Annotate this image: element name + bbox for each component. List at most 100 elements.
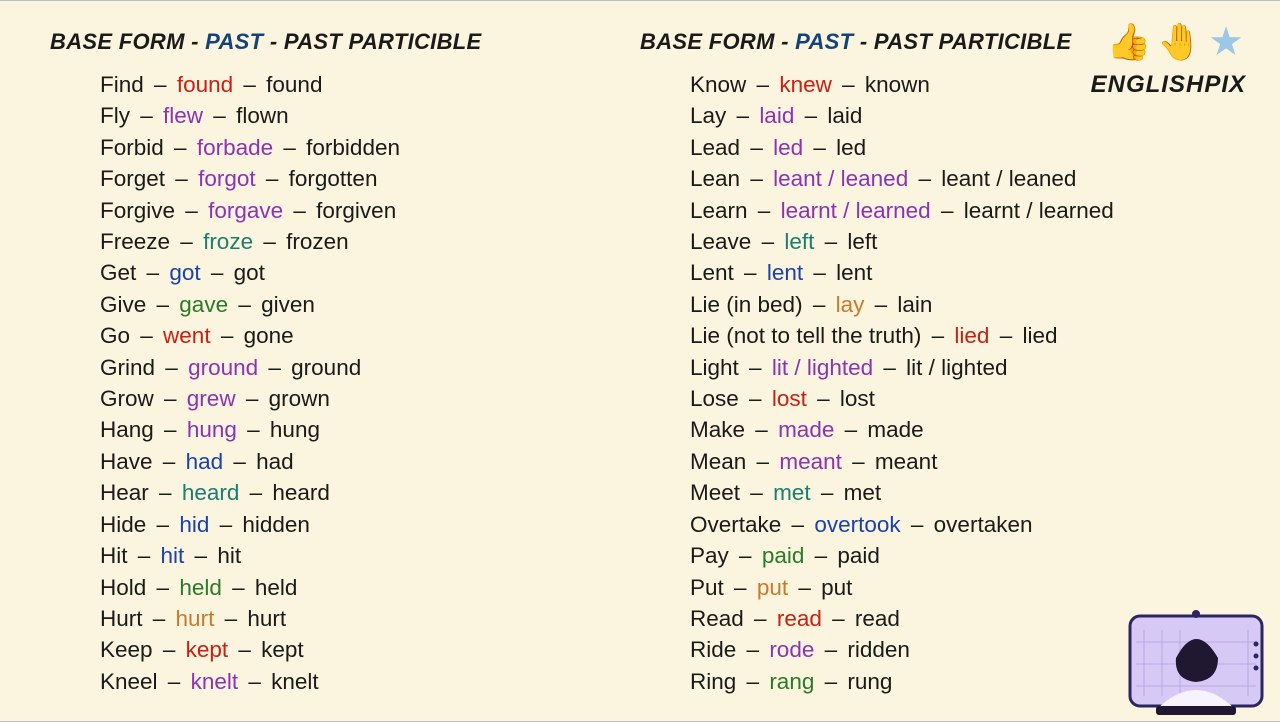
verb-base: Go <box>100 323 130 348</box>
verb-base: Read <box>690 606 744 631</box>
verb-row: Grind – ground – ground <box>100 352 640 383</box>
verb-row: Meet – met – met <box>690 477 1230 508</box>
verb-past: forgave <box>208 198 283 223</box>
verb-past: lent <box>767 260 803 285</box>
verb-past-participle: hidden <box>242 512 310 537</box>
verb-past-participle: frozen <box>286 229 349 254</box>
verb-base: Lead <box>690 135 740 160</box>
verb-row: Put – put – put <box>690 572 1230 603</box>
verb-past: lied <box>954 323 989 348</box>
star-icon: ★ <box>1208 19 1246 65</box>
verb-base: Find <box>100 72 144 97</box>
verb-past: forbade <box>197 135 273 160</box>
column-right: BASE FORM - PAST - PAST PARTICIBLE Know … <box>640 29 1230 697</box>
verb-row: Kneel – knelt – knelt <box>100 666 640 697</box>
verb-past-participle: left <box>847 229 877 254</box>
verb-row: Lose – lost – lost <box>690 383 1230 414</box>
verb-past-participle: found <box>266 72 322 97</box>
verb-row: Go – went – gone <box>100 320 640 351</box>
verb-base: Leave <box>690 229 751 254</box>
verb-base: Fly <box>100 103 130 128</box>
verb-past-participle: heard <box>272 480 330 505</box>
verb-past: rang <box>769 669 814 694</box>
verb-past: froze <box>203 229 253 254</box>
verb-past: held <box>179 575 222 600</box>
verb-past: hung <box>187 417 237 442</box>
verb-base: Lie (not to tell the truth) <box>690 323 921 348</box>
verb-past-participle: laid <box>827 103 862 128</box>
verb-base: Learn <box>690 198 748 223</box>
verb-base: Lie (in bed) <box>690 292 803 317</box>
verb-past-participle: lain <box>897 292 932 317</box>
verb-base: Lean <box>690 166 740 191</box>
verb-row: Make – made – made <box>690 414 1230 445</box>
verb-past: met <box>773 480 811 505</box>
verb-past-participle: lost <box>840 386 875 411</box>
verb-row: Forget – forgot – forgotten <box>100 163 640 194</box>
verb-past-participle: flown <box>236 103 289 128</box>
verb-base: Meet <box>690 480 740 505</box>
verb-past: gave <box>179 292 228 317</box>
verb-past: meant <box>779 449 842 474</box>
verb-base: Pay <box>690 543 729 568</box>
verb-base: Hide <box>100 512 146 537</box>
verb-base: Light <box>690 355 739 380</box>
verb-base: Overtake <box>690 512 781 537</box>
verb-chart: 👍 🤚 ★ ENGLISHPIX BASE FORM - PAST - PAST… <box>0 1 1280 721</box>
verb-row: Hear – heard – heard <box>100 477 640 508</box>
verb-base: Put <box>690 575 724 600</box>
verb-past: lit / lighted <box>772 355 873 380</box>
column-left: BASE FORM - PAST - PAST PARTICIBLE Find … <box>50 29 640 697</box>
verb-past-participle: forbidden <box>306 135 400 160</box>
verb-base: Give <box>100 292 146 317</box>
verb-row: Have – had – had <box>100 446 640 477</box>
verb-base: Lose <box>690 386 739 411</box>
verb-past-participle: got <box>234 260 265 285</box>
verb-row: Find – found – found <box>100 69 640 100</box>
verb-past-participle: lied <box>1022 323 1057 348</box>
verb-past-participle: lent <box>836 260 872 285</box>
verb-past: paid <box>762 543 805 568</box>
verb-past: hit <box>161 543 185 568</box>
verb-row: Hang – hung – hung <box>100 414 640 445</box>
verb-row: Lie (not to tell the truth) – lied – lie… <box>690 320 1230 351</box>
verb-past: left <box>784 229 814 254</box>
verb-past-participle: given <box>261 292 315 317</box>
verb-past-participle: knelt <box>271 669 319 694</box>
verb-base: Forbid <box>100 135 164 160</box>
verb-past-participle: forgotten <box>289 166 378 191</box>
verb-past-participle: hurt <box>247 606 286 631</box>
verb-past-participle: had <box>256 449 294 474</box>
verb-past: went <box>163 323 211 348</box>
verb-row: Hide – hid – hidden <box>100 509 640 540</box>
raised-hand-icon: 🤚 <box>1157 21 1204 63</box>
verb-past: hurt <box>176 606 215 631</box>
verb-past-participle: led <box>836 135 866 160</box>
thumb-icon: 👍 <box>1106 21 1153 63</box>
verb-base: Keep <box>100 637 153 662</box>
verb-row: Pay – paid – paid <box>690 540 1230 571</box>
verb-base: Freeze <box>100 229 170 254</box>
verb-base: Grow <box>100 386 154 411</box>
verb-base: Have <box>100 449 153 474</box>
verb-past-participle: ground <box>291 355 361 380</box>
brand-name: ENGLISHPIX <box>1091 71 1246 99</box>
verb-row: Freeze – froze – frozen <box>100 226 640 257</box>
verb-base: Hold <box>100 575 146 600</box>
verb-base: Hear <box>100 480 149 505</box>
verb-past: got <box>169 260 200 285</box>
verb-base: Get <box>100 260 136 285</box>
verb-row: Lay – laid – laid <box>690 100 1230 131</box>
verb-row: Grow – grew – grown <box>100 383 640 414</box>
verb-row: Forbid – forbade – forbidden <box>100 132 640 163</box>
verb-past-participle: grown <box>269 386 330 411</box>
verb-base: Lent <box>690 260 734 285</box>
verb-past-participle: lit / lighted <box>906 355 1007 380</box>
verb-row: Give – gave – given <box>100 289 640 320</box>
verb-past: lost <box>772 386 807 411</box>
verb-base: Make <box>690 417 745 442</box>
verb-past: rode <box>769 637 814 662</box>
verb-past: read <box>777 606 822 631</box>
verb-row: Hold – held – held <box>100 572 640 603</box>
verb-row: Hit – hit – hit <box>100 540 640 571</box>
